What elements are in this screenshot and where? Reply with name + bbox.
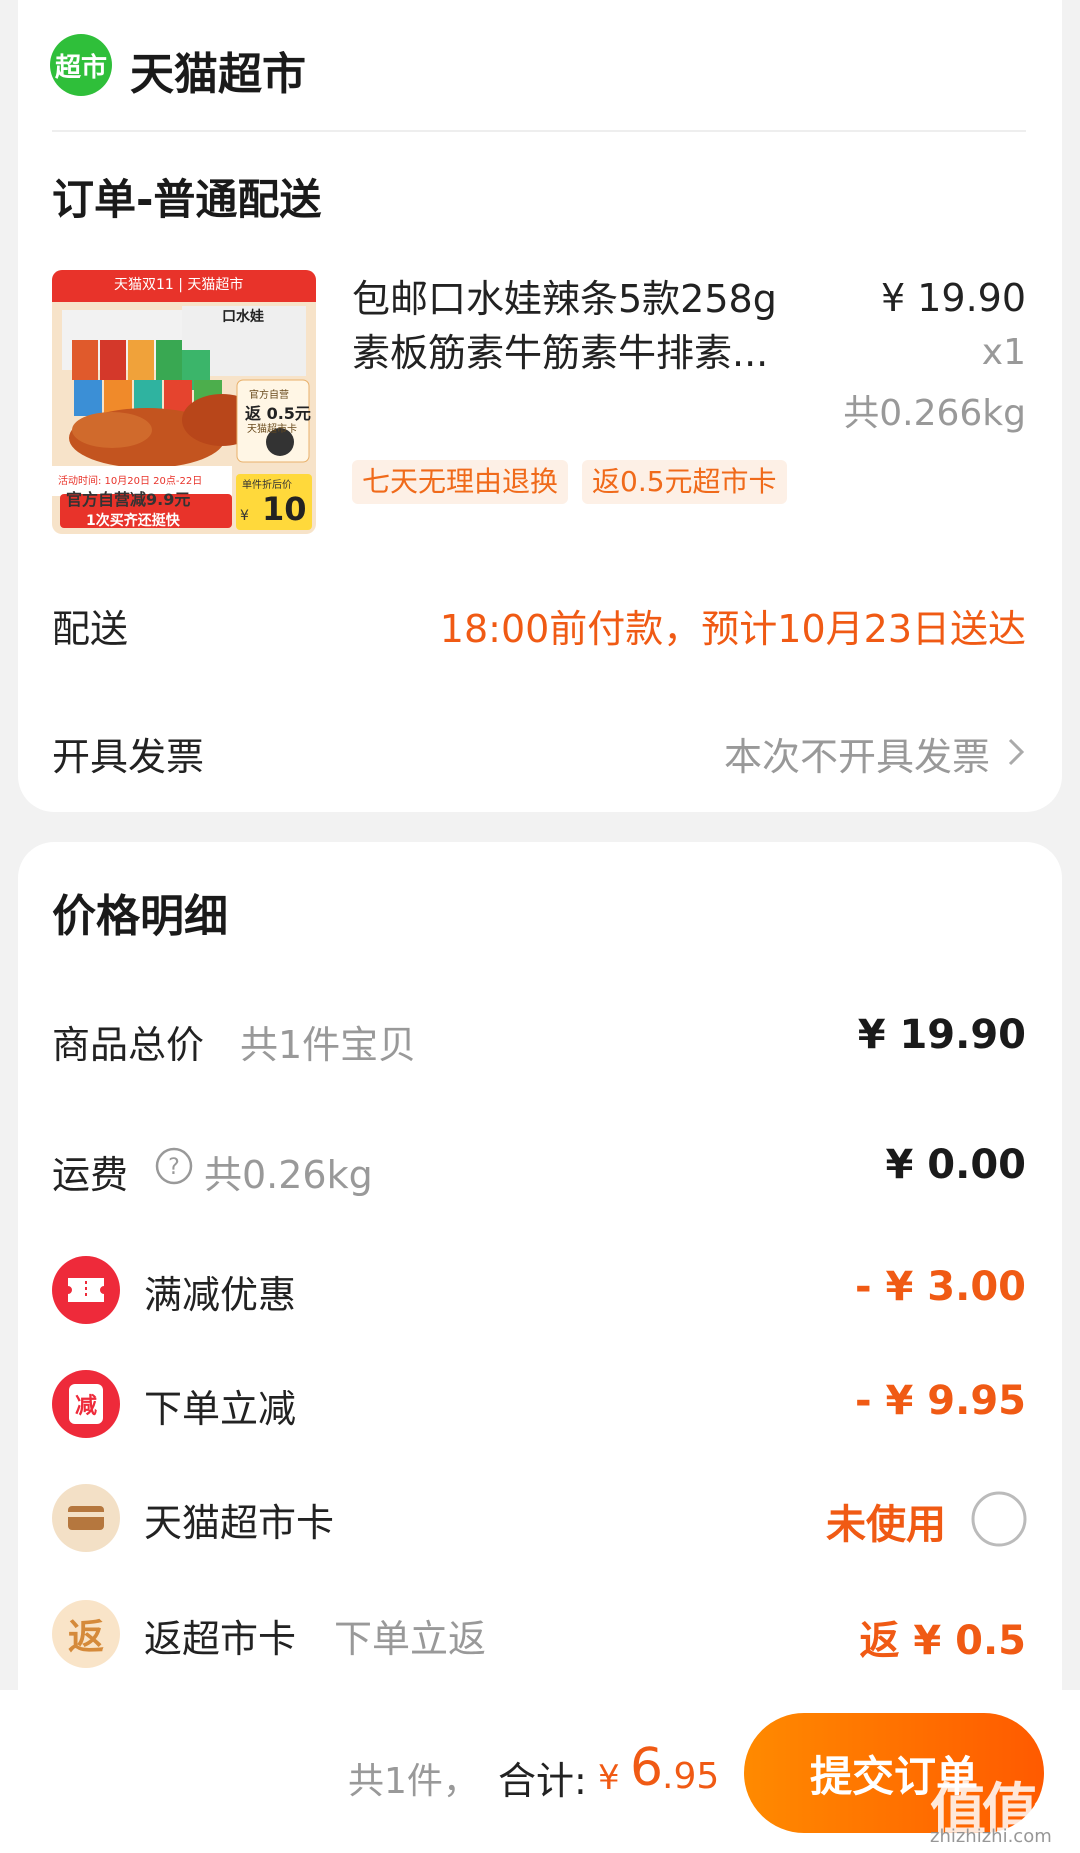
return-card-amount: 返 ¥ 0.5 [859,1618,1026,1664]
svg-text:?: ? [168,1155,180,1180]
shipping-weight: 共0.26kg [204,1153,373,1197]
card-icon [52,1484,120,1552]
return-card-label: 返超市卡 [144,1617,297,1661]
goods-count: 共1件宝贝 [240,1023,417,1067]
divider [52,130,1026,132]
watermark-url: zhizhizhi.com [930,1826,1052,1847]
product-quantity: x1 [981,332,1026,373]
market-card-status: 未使用 [826,1502,946,1548]
thumb-activity: 活动时间: 10月20日 20点-22日 [58,476,203,487]
return-card-sub: 下单立返 [334,1617,487,1661]
store-logo: 超市 [50,34,112,96]
store-name[interactable]: 天猫超市 [130,38,306,102]
total-amount-main: 6 [630,1738,664,1798]
full-reduction-label: 满减优惠 [144,1273,297,1317]
thumb-badge-line1: 官方自营 [249,390,289,401]
reduce-icon-text: 减 [69,1384,103,1424]
coupon-icon [52,1256,120,1324]
goods-total-label: 商品总价 [52,1023,205,1067]
thumb-yen: ¥ [240,508,249,524]
thumb-unit-label: 单件折后价 [242,480,292,491]
market-card-label: 天猫超市卡 [144,1501,335,1545]
service-tag: 返0.5元超市卡 [582,460,787,504]
thumb-unit-price: 10 [262,490,307,528]
invoice-value[interactable]: 本次不开具发票 [724,726,990,781]
service-tag: 七天无理由退换 [352,460,569,504]
return-icon: 返 [52,1600,120,1668]
product-thumbnail[interactable]: 天猫双11 | 天猫超市 口水娃 官方自营 返 0.5元 天猫超市卡 活动时间:… [52,270,316,534]
delivery-estimate: 18:00前付款，预计10月23日送达 [439,607,1026,651]
total-currency: ¥ [598,1758,620,1798]
order-reduction-amount: - ¥ 9.95 [855,1378,1026,1424]
thumb-banner: 天猫双11 | 天猫超市 [114,277,244,293]
price-detail-title: 价格明细 [52,891,228,942]
help-icon[interactable]: ? [154,1146,194,1190]
thumb-promo-sub: 1次买齐还挺快 [86,513,180,529]
item-count: 共1件， [348,1761,479,1802]
order-reduction-label: 下单立减 [144,1387,297,1431]
product-name[interactable]: 包邮口水娃辣条5款258g素板筋素牛筋素牛排素... [352,272,802,380]
radio-button[interactable] [970,1490,1028,1552]
reduce-icon: 减 [52,1370,120,1438]
product-weight: 共0.266kg [843,393,1026,434]
thumb-badge-line3: 天猫超市卡 [247,424,297,435]
full-reduction-amount: - ¥ 3.00 [855,1264,1026,1310]
invoice-label[interactable]: 开具发票 [52,726,204,781]
delivery-label: 配送 [52,607,129,651]
shipping-label: 运费 [52,1153,129,1197]
product-price: ¥ 19.90 [880,276,1026,320]
chevron-right-icon[interactable] [1004,732,1028,776]
order-section-title: 订单-普通配送 [52,175,322,224]
total-amount-decimal: .95 [662,1756,720,1797]
total-label: 合计: [498,1759,587,1803]
thumb-brand: 口水娃 [222,309,264,325]
goods-total-amount: ¥ 19.90 [857,1012,1026,1058]
shipping-amount: ¥ 0.00 [885,1142,1026,1188]
thumb-promo: 官方自营减9.9元 [66,490,191,509]
